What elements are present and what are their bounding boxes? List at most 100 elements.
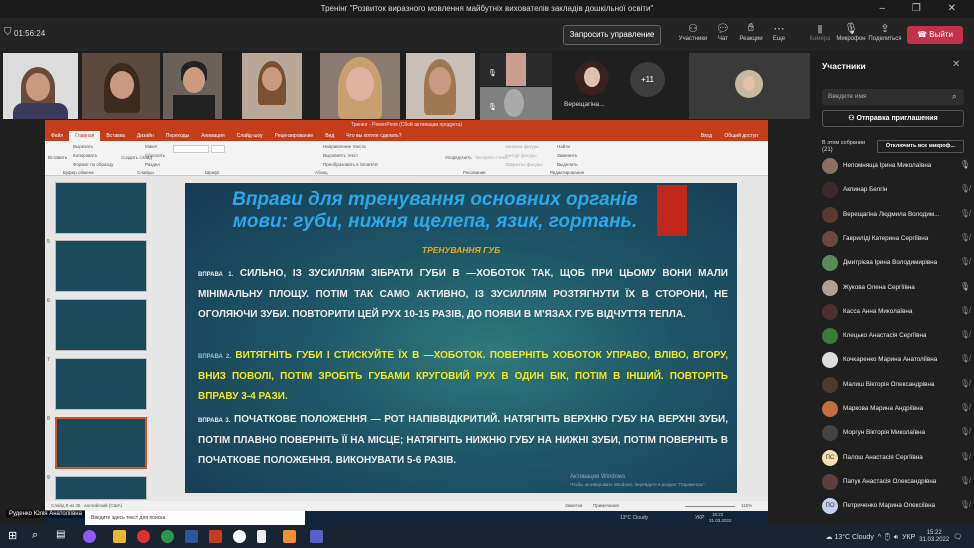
start-icon[interactable]: ⊞ bbox=[8, 529, 17, 542]
video-tile[interactable]: 🎙︎ bbox=[480, 87, 552, 120]
section-button[interactable]: Раздел bbox=[145, 162, 160, 167]
yandex-browser-icon[interactable] bbox=[233, 530, 246, 543]
app-icon[interactable] bbox=[83, 530, 96, 543]
mute-all-button[interactable]: Отключить все микроф... bbox=[877, 140, 964, 153]
participant-row[interactable]: Дмитрієва Ірина Володимирівна 🎙︎̸ bbox=[822, 253, 972, 273]
share-link[interactable]: Общий доступ bbox=[718, 131, 764, 141]
select-button[interactable]: Выделить bbox=[557, 162, 578, 167]
mic-off-icon[interactable]: 🎙︎̸ bbox=[960, 476, 970, 485]
participant-row[interactable]: Маркова Марина Андріївна 🎙︎̸ bbox=[822, 399, 972, 419]
video-tile[interactable] bbox=[242, 53, 302, 119]
camera-button[interactable]: ▮ Камера bbox=[803, 22, 837, 42]
time[interactable]: 15:22 bbox=[927, 530, 942, 536]
mic-off-icon[interactable]: 🎙︎̸ bbox=[960, 379, 970, 388]
find-button[interactable]: Найти bbox=[557, 144, 570, 149]
video-tile[interactable]: Верещагіна... bbox=[558, 53, 628, 119]
quick-styles-button[interactable]: Экспресс-стили bbox=[475, 155, 508, 160]
video-tile[interactable] bbox=[82, 53, 160, 119]
tab-design[interactable]: Дизайн bbox=[131, 131, 160, 141]
file-icon[interactable] bbox=[257, 530, 266, 543]
participant-row[interactable]: Гавриліді Катерина Сергіївна 🎙︎̸ bbox=[822, 229, 972, 249]
app-icon[interactable] bbox=[283, 530, 296, 543]
tab-file[interactable]: Файл bbox=[45, 131, 69, 141]
mic-icon[interactable]: 🎙︎ bbox=[960, 282, 970, 291]
microphone-button[interactable]: 🎙︎ Микрофон bbox=[834, 22, 868, 42]
chrome-icon[interactable] bbox=[161, 530, 174, 543]
format-painter-button[interactable]: Формат по образцу bbox=[73, 162, 113, 167]
share-button[interactable]: ⇪ Поделиться bbox=[868, 22, 902, 42]
mic-off-icon[interactable]: 🎙︎̸ bbox=[960, 500, 970, 509]
tab-view[interactable]: Вид bbox=[319, 131, 340, 141]
video-tile[interactable] bbox=[320, 53, 400, 119]
mic-off-icon[interactable]: 🎙︎̸ bbox=[960, 403, 970, 412]
participant-row[interactable]: Моргун Вікторія Миколаївна 🎙︎̸ bbox=[822, 423, 972, 443]
video-tile[interactable] bbox=[3, 53, 78, 119]
shape-fill-button[interactable]: Заливка фигуры bbox=[505, 144, 539, 149]
slide-thumbnail[interactable] bbox=[55, 182, 147, 234]
close-icon[interactable]: ✕ bbox=[952, 59, 960, 70]
mic-off-icon[interactable]: 🎙︎̸ bbox=[960, 306, 970, 315]
participant-row[interactable]: Акпинар Белгін 🎙︎̸ bbox=[822, 180, 972, 200]
participant-row[interactable]: Непомняща Ірина Миколаївна 🎙︎ bbox=[822, 156, 972, 176]
participant-row[interactable]: Клецько Анастасія Сергіївна 🎙︎̸ bbox=[822, 326, 972, 346]
notifications-icon[interactable]: 🗨︎ bbox=[953, 534, 962, 541]
leave-button[interactable]: ☎ Выйти bbox=[907, 26, 963, 44]
slide-canvas[interactable]: Вправи для тренування основних органів м… bbox=[185, 183, 737, 493]
login-link[interactable]: Вход bbox=[695, 131, 718, 141]
tab-slideshow[interactable]: Слайд-шоу bbox=[231, 131, 269, 141]
reset-button[interactable]: Сбросить bbox=[145, 153, 165, 158]
paste-button[interactable]: Вставить bbox=[48, 155, 67, 160]
layout-button[interactable]: Макет bbox=[145, 144, 158, 149]
invite-button[interactable]: ⚇ Отправка приглашения bbox=[822, 110, 964, 127]
notes-button[interactable]: Заметки bbox=[565, 503, 582, 508]
tab-insert[interactable]: Вставка bbox=[100, 131, 131, 141]
mic-off-icon[interactable]: 🎙︎̸ bbox=[960, 452, 970, 461]
mic-off-icon[interactable]: 🎙︎̸ bbox=[960, 257, 970, 266]
text-direction-button[interactable]: Направление текста bbox=[323, 144, 366, 149]
teams-icon[interactable] bbox=[310, 530, 323, 543]
slide-thumbnail-selected[interactable] bbox=[55, 417, 147, 469]
video-tile[interactable] bbox=[406, 53, 475, 119]
tab-transitions[interactable]: Переходы bbox=[160, 131, 195, 141]
align-text-button[interactable]: Выровнять текст bbox=[323, 153, 358, 158]
participant-row[interactable]: Кочкаренко Марина Анатоліївна 🎙︎̸ bbox=[822, 350, 972, 370]
participant-row[interactable]: Малиш Вікторія Олександрівна 🎙︎̸ bbox=[822, 375, 972, 395]
comments-button[interactable]: Примечания bbox=[593, 503, 619, 508]
participant-row[interactable]: Касса Анна Миколаївна 🎙︎̸ bbox=[822, 302, 972, 322]
shape-outline-button[interactable]: Контур фигуры bbox=[505, 153, 536, 158]
mic-off-icon[interactable]: 🎙︎̸ bbox=[960, 233, 970, 242]
date[interactable]: 31.03.2022 bbox=[919, 537, 949, 543]
participant-row[interactable]: Папук Анастасія Олександрівна 🎙︎̸ bbox=[822, 472, 972, 492]
mic-off-icon[interactable]: 🎙︎̸ bbox=[960, 184, 970, 193]
word-icon[interactable] bbox=[185, 530, 198, 543]
slide-thumbnail[interactable] bbox=[55, 476, 147, 500]
file-explorer-icon[interactable] bbox=[113, 530, 126, 543]
tab-review[interactable]: Рецензирование bbox=[269, 131, 320, 141]
search-input[interactable]: Введите имя bbox=[822, 89, 964, 105]
slide-thumbnail[interactable] bbox=[55, 299, 147, 351]
mic-off-icon[interactable]: 🎙︎̸ bbox=[960, 427, 970, 436]
participant-row[interactable]: Жукова Олена Сергіївна 🎙︎ bbox=[822, 278, 972, 298]
participant-row[interactable]: ПС Палош Анастасія Сергіївна 🎙︎̸ bbox=[822, 448, 972, 468]
mic-icon[interactable]: 🎙︎ bbox=[960, 160, 970, 169]
request-control-button[interactable]: Запросить управление bbox=[563, 25, 661, 45]
shape-effects-button[interactable]: Эффекты фигуры bbox=[505, 162, 543, 167]
powerpoint-icon[interactable] bbox=[209, 530, 222, 543]
smartart-button[interactable]: Преобразовать в SmartArt bbox=[323, 162, 378, 167]
search-icon[interactable]: ⌕ bbox=[32, 529, 38, 542]
cut-button[interactable]: Вырезать bbox=[73, 144, 93, 149]
language[interactable]: УКР bbox=[902, 534, 915, 541]
arrange-button[interactable]: Упорядочить bbox=[445, 155, 472, 160]
task-view-icon[interactable]: ▤ bbox=[56, 529, 65, 540]
video-tile[interactable] bbox=[163, 53, 222, 119]
copy-button[interactable]: Копировать bbox=[73, 153, 97, 158]
slide-thumbnail[interactable] bbox=[55, 240, 147, 292]
zoom-slider[interactable] bbox=[685, 506, 735, 507]
more-participants-button[interactable]: +11 bbox=[630, 62, 665, 97]
more-button[interactable]: ⋯ Еще bbox=[762, 22, 796, 42]
font-size-field[interactable] bbox=[211, 145, 225, 153]
mic-off-icon[interactable]: 🎙︎̸ bbox=[960, 330, 970, 339]
slide-thumbnail[interactable] bbox=[55, 358, 147, 410]
tab-home[interactable]: Главная bbox=[69, 131, 101, 141]
window-controls[interactable]: – ❐ ✕ bbox=[880, 0, 968, 18]
